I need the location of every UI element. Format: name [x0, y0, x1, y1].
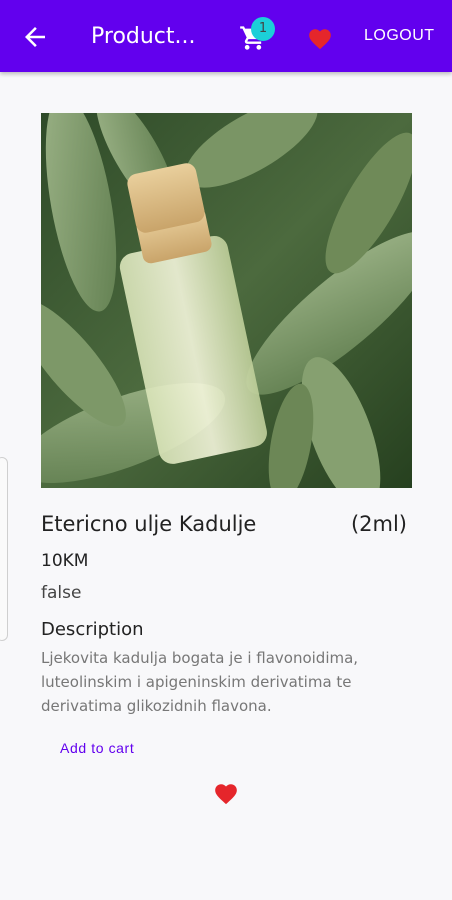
product-name: Etericno ulje Kadulje	[41, 512, 257, 536]
add-to-cart-button[interactable]: Add to cart	[60, 740, 134, 756]
side-drawer-edge[interactable]	[0, 457, 8, 641]
product-price: 10KM	[41, 551, 89, 571]
app-bar: Product... 1 LOGOUT	[0, 0, 452, 72]
back-arrow-icon[interactable]	[20, 22, 50, 52]
description-heading: Description	[41, 619, 144, 640]
page-title: Product...	[91, 24, 196, 49]
favorite-heart-icon[interactable]	[212, 781, 240, 807]
logout-button[interactable]: LOGOUT	[364, 27, 435, 45]
description-text: Ljekovita kadulja bogata je i flavonoidi…	[41, 649, 359, 715]
product-size: (2ml)	[350, 512, 407, 536]
favorites-heart-icon[interactable]	[305, 26, 335, 52]
cart-count-badge: 1	[251, 17, 275, 41]
product-image	[41, 113, 412, 488]
product-flag-value: false	[41, 583, 82, 603]
